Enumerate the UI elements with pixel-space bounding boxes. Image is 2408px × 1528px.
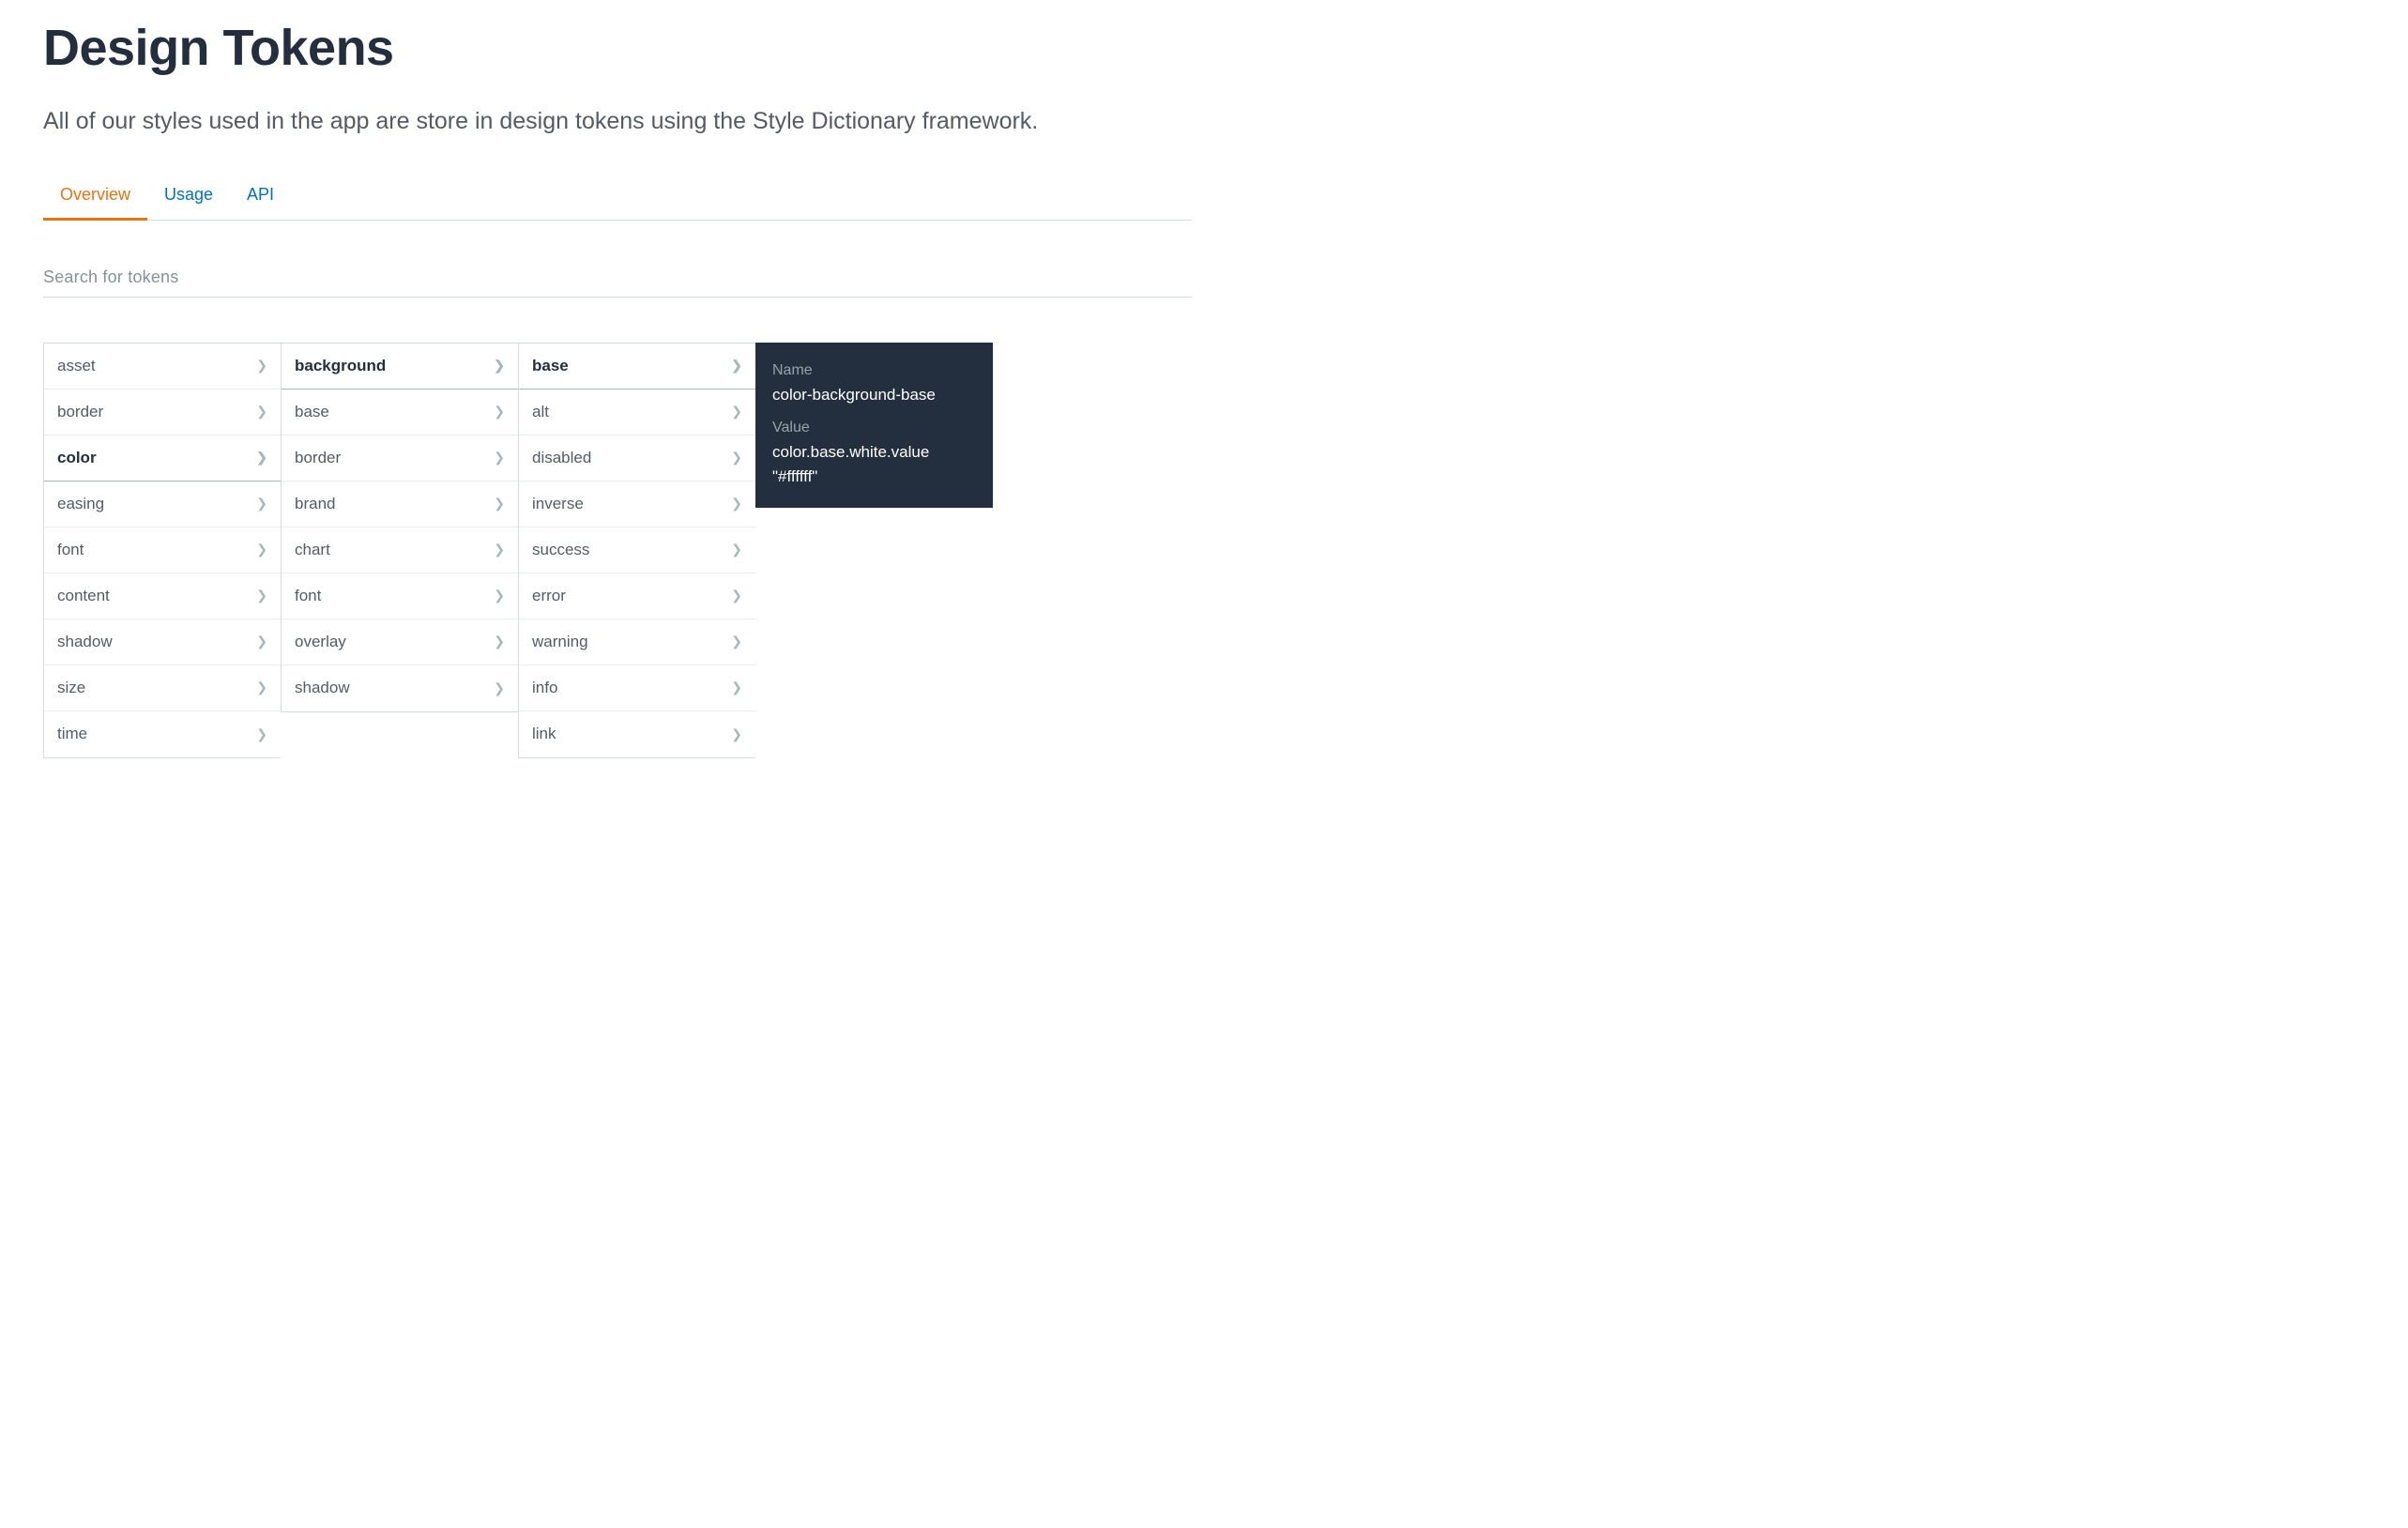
list-item-label: link (532, 725, 556, 743)
chevron-right-icon: ❯ (494, 542, 505, 558)
list-item-label: brand (295, 495, 335, 513)
tab-overview[interactable]: Overview (43, 174, 147, 221)
chevron-right-icon: ❯ (256, 726, 267, 742)
detail-name-label: Name (772, 359, 976, 383)
list-item-label: alt (532, 403, 549, 421)
list-item-label: overlay (295, 633, 346, 651)
list-item-label: base (532, 357, 569, 375)
tab-usage[interactable]: Usage (147, 174, 230, 221)
list-item[interactable]: base ❯ (282, 390, 518, 435)
detail-value-line2: "#ffffff" (772, 465, 976, 489)
list-item-label: shadow (295, 679, 350, 697)
list-item-label: disabled (532, 449, 591, 467)
list-item[interactable]: info ❯ (519, 665, 755, 711)
list-item[interactable]: overlay ❯ (282, 619, 518, 665)
list-item-label: shadow (57, 633, 113, 651)
chevron-right-icon: ❯ (256, 542, 267, 558)
list-item-label: font (57, 541, 84, 559)
list-item[interactable]: shadow ❯ (44, 619, 281, 665)
list-item-label: easing (57, 495, 104, 513)
chevron-right-icon: ❯ (256, 588, 267, 604)
detail-value-label: Value (772, 417, 976, 440)
list-item[interactable]: background ❯ (282, 344, 518, 390)
list-item[interactable]: brand ❯ (282, 481, 518, 527)
list-item-label: warning (532, 633, 588, 651)
list-item-label: chart (295, 541, 330, 559)
list-item-label: error (532, 587, 566, 605)
chevron-right-icon: ❯ (494, 588, 505, 604)
chevron-right-icon: ❯ (731, 588, 742, 604)
list-item-label: info (532, 679, 557, 697)
list-item[interactable]: chart ❯ (282, 527, 518, 573)
list-item-label: time (57, 725, 87, 743)
list-item[interactable]: border ❯ (44, 390, 281, 435)
chevron-right-icon: ❯ (256, 450, 267, 466)
list-item[interactable]: error ❯ (519, 573, 755, 619)
chevron-right-icon: ❯ (731, 358, 742, 374)
list-item[interactable]: success ❯ (519, 527, 755, 573)
chevron-right-icon: ❯ (731, 726, 742, 742)
chevron-right-icon: ❯ (494, 404, 505, 420)
page-title: Design Tokens (43, 19, 1192, 77)
list-item[interactable]: inverse ❯ (519, 481, 755, 527)
browser-column-0: asset ❯ border ❯ color ❯ easing ❯ font ❯… (43, 343, 281, 758)
list-item[interactable]: easing ❯ (44, 481, 281, 527)
list-item-label: inverse (532, 495, 584, 513)
chevron-right-icon: ❯ (256, 404, 267, 420)
chevron-right-icon: ❯ (731, 404, 742, 420)
list-item-label: color (57, 449, 97, 467)
chevron-right-icon: ❯ (731, 450, 742, 466)
chevron-right-icon: ❯ (731, 680, 742, 695)
chevron-right-icon: ❯ (494, 496, 505, 512)
tab-api[interactable]: API (230, 174, 291, 221)
search-field (43, 262, 1192, 298)
list-item[interactable]: link ❯ (519, 711, 755, 757)
list-item[interactable]: font ❯ (44, 527, 281, 573)
detail-panel: Name color-background-base Value color.b… (755, 343, 993, 509)
browser-column-1: background ❯ base ❯ border ❯ brand ❯ cha… (281, 343, 518, 712)
chevron-right-icon: ❯ (731, 496, 742, 512)
detail-value-line1: color.base.white.value (772, 440, 976, 465)
chevron-right-icon: ❯ (256, 634, 267, 649)
chevron-right-icon: ❯ (256, 358, 267, 374)
list-item-label: background (295, 357, 386, 375)
list-item-label: asset (57, 357, 96, 375)
list-item-label: size (57, 679, 85, 697)
chevron-right-icon: ❯ (494, 634, 505, 649)
list-item[interactable]: font ❯ (282, 573, 518, 619)
token-browser: asset ❯ border ❯ color ❯ easing ❯ font ❯… (43, 343, 1192, 758)
list-item-label: border (57, 403, 103, 421)
list-item[interactable]: alt ❯ (519, 390, 755, 435)
list-item[interactable]: border ❯ (282, 435, 518, 481)
browser-column-2: base ❯ alt ❯ disabled ❯ inverse ❯ succes… (518, 343, 755, 758)
search-input[interactable] (43, 262, 1192, 297)
list-item[interactable]: shadow ❯ (282, 665, 518, 711)
list-item[interactable]: asset ❯ (44, 344, 281, 390)
list-item-label: border (295, 449, 341, 467)
list-item-label: base (295, 403, 329, 421)
list-item[interactable]: size ❯ (44, 665, 281, 711)
list-item-label: font (295, 587, 321, 605)
list-item[interactable]: base ❯ (519, 344, 755, 390)
chevron-right-icon: ❯ (731, 542, 742, 558)
list-item[interactable]: disabled ❯ (519, 435, 755, 481)
list-item[interactable]: time ❯ (44, 711, 281, 757)
chevron-right-icon: ❯ (494, 450, 505, 466)
list-item-label: success (532, 541, 589, 559)
chevron-right-icon: ❯ (494, 680, 505, 696)
list-item-label: content (57, 587, 110, 605)
tabs: Overview Usage API (43, 174, 1192, 221)
list-item[interactable]: warning ❯ (519, 619, 755, 665)
chevron-right-icon: ❯ (731, 634, 742, 649)
chevron-right-icon: ❯ (256, 680, 267, 695)
list-item[interactable]: color ❯ (44, 435, 281, 481)
chevron-right-icon: ❯ (256, 496, 267, 512)
chevron-right-icon: ❯ (494, 358, 505, 374)
page-subtitle: All of our styles used in the app are st… (43, 103, 1192, 140)
detail-name-value: color-background-base (772, 383, 976, 407)
list-item[interactable]: content ❯ (44, 573, 281, 619)
